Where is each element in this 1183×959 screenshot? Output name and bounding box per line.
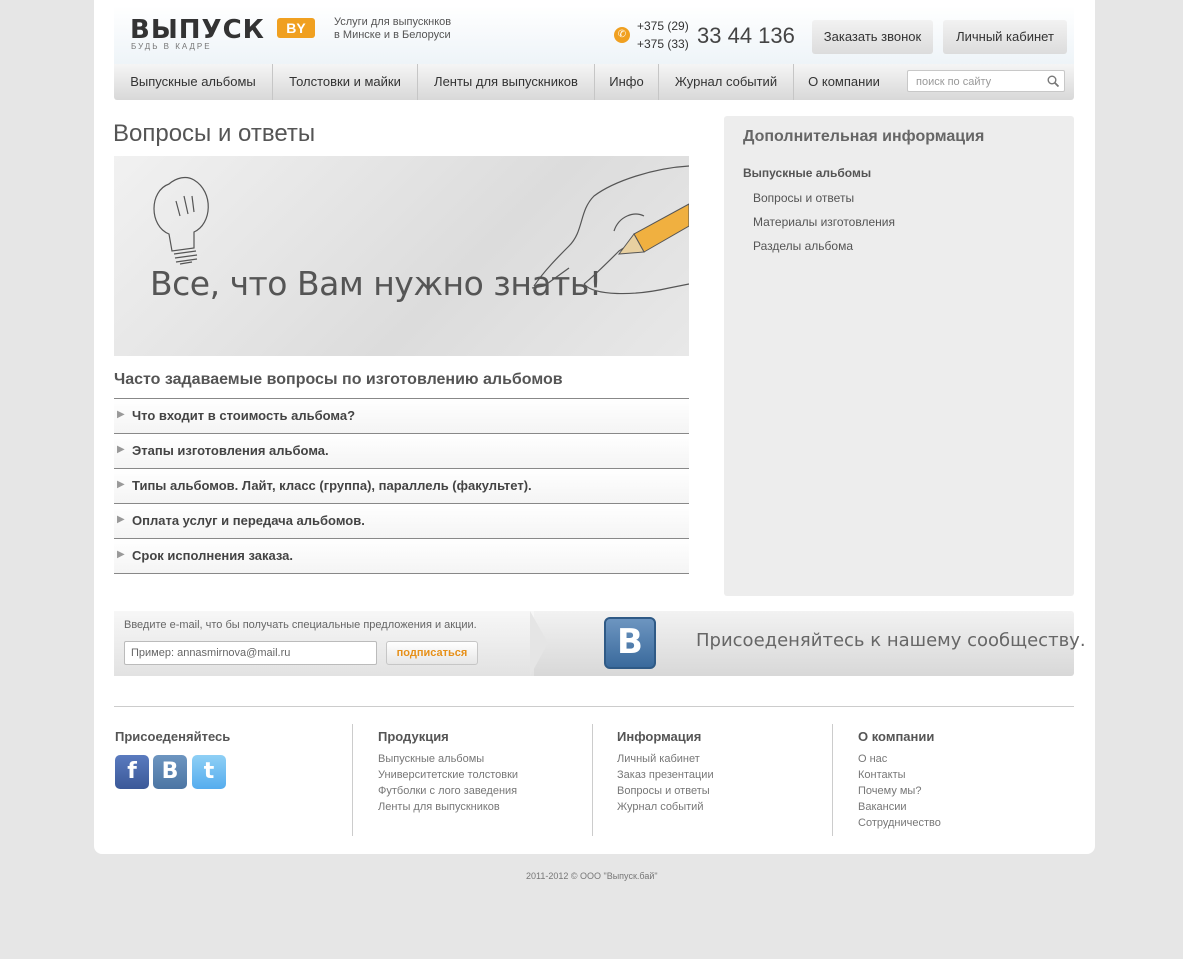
- footer-divider: [114, 706, 1074, 707]
- footer-link[interactable]: Сотрудничество: [858, 817, 941, 829]
- sidebar-link-faq[interactable]: Вопросы и ответы: [753, 191, 854, 205]
- faq-question[interactable]: Что входит в стоимость альбома?: [132, 408, 355, 423]
- subscribe-button[interactable]: подписаться: [386, 641, 478, 665]
- nav-item-events[interactable]: Журнал событий: [659, 64, 794, 100]
- footer-info-title: Информация: [617, 729, 702, 744]
- vk-icon[interactable]: B: [153, 755, 187, 789]
- phone-number: 33 44 136: [697, 23, 795, 48]
- lightbulb-icon: [153, 176, 209, 265]
- footer-link[interactable]: Университетские толстовки: [378, 769, 518, 781]
- banner: [114, 156, 689, 356]
- footer-column-divider: [352, 724, 353, 836]
- footer-link[interactable]: Журнал событий: [617, 801, 703, 813]
- footer-company-title: О компании: [858, 729, 935, 744]
- nav-item-info[interactable]: Инфо: [595, 64, 659, 100]
- faq-question[interactable]: Типы альбомов. Лайт, класс (группа), пар…: [132, 478, 532, 493]
- faq-question[interactable]: Этапы изготовления альбома.: [132, 443, 329, 458]
- faq-item[interactable]: ▶ Срок исполнения заказа.: [114, 538, 689, 574]
- phone-icon: ✆: [614, 27, 630, 43]
- page-title: Вопросы и ответы: [113, 120, 316, 147]
- search-icon[interactable]: [1047, 75, 1059, 87]
- footer-link[interactable]: О нас: [858, 753, 887, 765]
- faq-question[interactable]: Срок исполнения заказа.: [132, 548, 293, 563]
- email-field[interactable]: Пример: annasmirnova@mail.ru: [124, 641, 377, 665]
- triangle-right-icon: ▶: [117, 444, 125, 455]
- sidebar-link-sections[interactable]: Разделы альбома: [753, 239, 853, 253]
- faq-item[interactable]: ▶ Оплата услуг и передача альбомов.: [114, 503, 689, 539]
- faq-item[interactable]: ▶ Этапы изготовления альбома.: [114, 433, 689, 469]
- faq-item[interactable]: ▶ Типы альбомов. Лайт, класс (группа), п…: [114, 468, 689, 504]
- footer-products-title: Продукция: [378, 729, 449, 744]
- pencil-icon: [617, 203, 689, 255]
- sidebar-category[interactable]: Выпускные альбомы: [743, 166, 871, 180]
- footer-column-divider: [832, 724, 833, 836]
- tagline-line-2: в Минске и в Белоруси: [334, 29, 451, 41]
- sidebar: [724, 116, 1074, 596]
- phone-code-2: +375 (33): [637, 37, 689, 51]
- sidebar-title: Дополнительная информация: [743, 128, 985, 145]
- tagline-line-1: Услуги для выпускнков: [334, 16, 452, 28]
- cabinet-button[interactable]: Личный кабинет: [943, 20, 1067, 54]
- callback-button[interactable]: Заказать звонок: [812, 20, 933, 54]
- sidebar-link-materials[interactable]: Материалы изготовления: [753, 215, 895, 229]
- logo-suffix[interactable]: BY: [277, 18, 315, 38]
- twitter-icon[interactable]: t: [192, 755, 226, 789]
- footer-link[interactable]: Футболки с лого заведения: [378, 785, 517, 797]
- footer-column-divider: [592, 724, 593, 836]
- footer-link[interactable]: Почему мы?: [858, 785, 921, 797]
- footer-link[interactable]: Вакансии: [858, 801, 907, 813]
- search-input[interactable]: поиск по сайту: [907, 70, 1065, 92]
- phone-code-1: +375 (29): [637, 19, 689, 33]
- subscribe-arrow: [530, 611, 548, 676]
- copyright: 2011-2012 © ООО "Выпуск.бай": [526, 871, 658, 881]
- subscribe-label: Введите e-mail, что бы получать специаль…: [124, 619, 477, 631]
- nav-item-albums[interactable]: Выпускные альбомы: [114, 64, 273, 100]
- tagline: Услуги для выпускнков в Минске и в Белор…: [334, 16, 474, 42]
- footer-link[interactable]: Личный кабинет: [617, 753, 700, 765]
- footer-link[interactable]: Ленты для выпускников: [378, 801, 500, 813]
- logo-slogan: БУДЬ В КАДРЕ: [131, 42, 212, 51]
- vk-icon[interactable]: B: [604, 617, 656, 669]
- faq-divider: [114, 573, 689, 574]
- banner-text: Все, что Вам нужно знать!: [150, 264, 602, 303]
- triangle-right-icon: ▶: [117, 514, 125, 525]
- logo[interactable]: ВЫПУСК: [130, 15, 265, 45]
- faq-heading: Часто задаваемые вопросы по изготовлению…: [114, 371, 563, 388]
- footer-link[interactable]: Вопросы и ответы: [617, 785, 710, 797]
- faq-item[interactable]: ▶ Что входит в стоимость альбома?: [114, 398, 689, 434]
- facebook-icon[interactable]: f: [115, 755, 149, 789]
- phone-codes: +375 (29) +375 (33): [637, 17, 689, 53]
- community-text[interactable]: Присоеденяйтесь к нашему сообществу.: [696, 630, 1086, 651]
- nav-item-hoodies[interactable]: Толстовки и майки: [273, 64, 418, 100]
- footer-link[interactable]: Заказ презентации: [617, 769, 714, 781]
- nav-item-ribbons[interactable]: Ленты для выпускников: [418, 64, 595, 100]
- faq-question[interactable]: Оплата услуг и передача альбомов.: [132, 513, 365, 528]
- footer-link[interactable]: Контакты: [858, 769, 906, 781]
- triangle-right-icon: ▶: [117, 479, 125, 490]
- triangle-right-icon: ▶: [117, 549, 125, 560]
- footer-join-title: Присоеденяйтесь: [115, 729, 231, 744]
- nav-item-about[interactable]: О компании: [794, 64, 894, 100]
- triangle-right-icon: ▶: [117, 409, 125, 420]
- banner-illustration: [153, 165, 689, 295]
- footer-link[interactable]: Выпускные альбомы: [378, 753, 484, 765]
